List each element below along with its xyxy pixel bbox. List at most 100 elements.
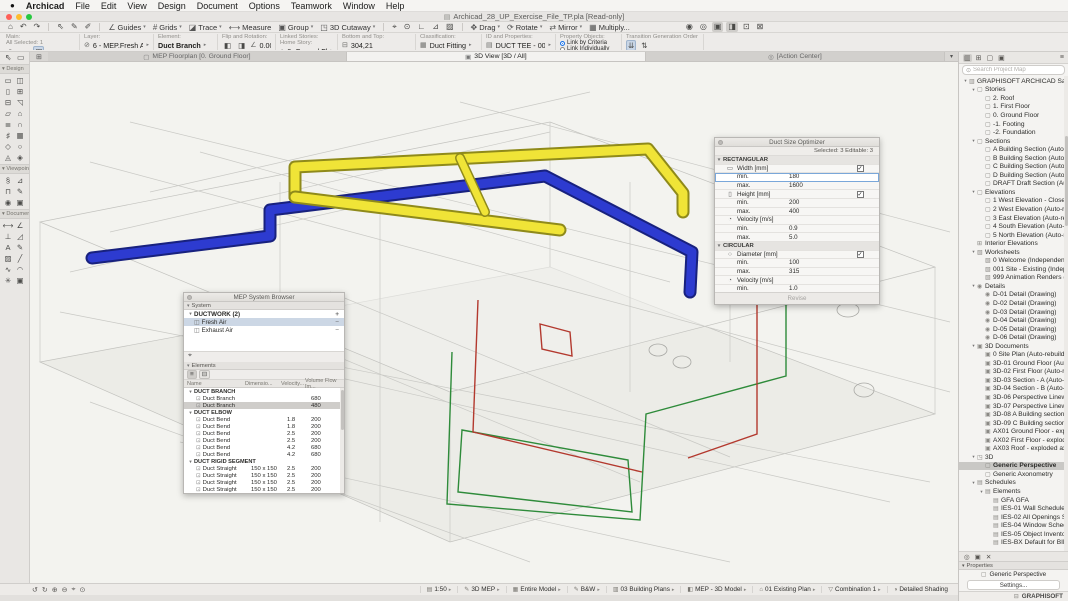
beam-tool[interactable]: ⊟ (2, 97, 14, 108)
fillet-icon[interactable]: ∟ (415, 22, 427, 32)
checkbox-checked-icon[interactable]: ✓ (857, 191, 864, 198)
navigator-item-999-animation-renders-independent[interactable]: ▧999 Animation Renders (Independent) (959, 274, 1068, 283)
optimizer-rectangular-max[interactable]: max.5.0 (715, 233, 879, 242)
optimizer-circular-max[interactable]: max.315 (715, 268, 879, 277)
multiply-button[interactable]: ▦Multiply... (587, 23, 632, 32)
navigator-tab-3[interactable]: ▣ (997, 54, 1006, 62)
element-row[interactable]: ⊡Duct Bend2.5200 (184, 437, 344, 444)
navigator-item-d-06-detail-drawing[interactable]: ◉D-06 Detail (Drawing) (959, 333, 1068, 342)
optimizer-rectangular-min[interactable]: min.0.9 (715, 225, 879, 234)
rotate-button[interactable]: ⟳Rotate▾ (505, 23, 544, 32)
arrow-tool[interactable]: ⇖ (2, 53, 14, 63)
optimizer-circular-min[interactable]: min.1.0 (715, 285, 879, 292)
navigator-item-3d-07-perspective-linework-street-a[interactable]: ▣3D-07 Perspective Linework - street (A (959, 402, 1068, 411)
min-value-field[interactable]: 180 (789, 173, 845, 180)
dimension-tool[interactable]: ⟷ (2, 220, 14, 231)
navigator-item-gfa-gfa[interactable]: ▤GFA GFA (959, 496, 1068, 505)
tab-action-center[interactable]: ◎[Action Center] (646, 52, 945, 61)
grids-button[interactable]: #Grids▾ (151, 23, 184, 32)
navigator-item-3-east-elevation-auto-rebuild-model[interactable]: ▢3 East Elevation (Auto-rebuild Model) (959, 214, 1068, 223)
min-value-field[interactable]: 100 (789, 259, 845, 266)
toolbox-section-design[interactable]: ▾ Design (0, 64, 29, 74)
transition-order-a-icon[interactable]: ⇊ (626, 40, 636, 51)
close-icon[interactable] (187, 295, 192, 300)
navigator-item-interior-elevations[interactable]: ⊞Interior Elevations (959, 239, 1068, 248)
navigator-tab-0[interactable]: ▥ (963, 54, 972, 62)
navigator-item-generic-axonometry[interactable]: ▢Generic Axonometry (959, 470, 1068, 479)
elevation-tool[interactable]: ⊿ (14, 175, 26, 186)
revise-button[interactable]: Revise (788, 295, 807, 302)
optimizer-circular-min[interactable]: min.100 (715, 259, 879, 268)
apple-menu-icon[interactable]: ● (10, 1, 15, 10)
drag-button[interactable]: ✥Drag▾ (469, 23, 502, 32)
remove-system-button[interactable]: − (333, 319, 341, 326)
marquee-visibility-icon[interactable]: ◨ (726, 22, 738, 32)
inject-parameters-icon[interactable]: ✐ (83, 22, 94, 32)
classification-value[interactable]: Duct Fitting (430, 41, 466, 50)
min-value-field[interactable]: 1.0 (789, 285, 845, 292)
navigator-tool-0[interactable]: ◎ (964, 553, 970, 561)
column-tool[interactable]: ▯ (2, 86, 14, 97)
stair-tool[interactable]: ≣ (2, 119, 14, 130)
optimizer-section-circular[interactable]: ▾CIRCULAR (715, 242, 879, 251)
close-window-button[interactable] (6, 14, 12, 20)
column-name[interactable]: Name (187, 381, 245, 387)
status-03-building-plans[interactable]: ▥03 Building Plans▸ (606, 586, 681, 593)
navigator-item-ies-01-wall-schedule[interactable]: ▤IES-01 Wall Schedule (959, 504, 1068, 513)
hide-selection-icon[interactable]: ◎ (698, 22, 709, 32)
mep-view-mode-0[interactable]: ≡ (187, 370, 197, 379)
navigator-tool-1[interactable]: ▣ (975, 553, 981, 561)
statusbar-icon-5[interactable]: ⊙ (79, 586, 85, 594)
mep-system-fresh-air[interactable]: ◫Fresh Air− (184, 318, 344, 326)
mirror-button[interactable]: ⇄Mirror▾ (547, 23, 584, 32)
morph-tool[interactable]: ◈ (14, 152, 26, 163)
element-group[interactable]: ▾DUCT ELBOW (184, 409, 344, 416)
element-row[interactable]: ⊡Duct Bend1.8200 (184, 416, 344, 423)
polyline-tool[interactable]: ∿ (2, 264, 14, 275)
max-value-field[interactable]: 1600 (789, 182, 845, 189)
optimizer-rectangular-velocity-m-s[interactable]: ◔Velocity [m/s] (715, 216, 879, 225)
navigator-item-schedules[interactable]: ▾▤Schedules (959, 479, 1068, 488)
elements-section-header[interactable]: ▾ Elements (184, 362, 344, 370)
navigator-item-3d-04-section-b-auto-rebuild-model[interactable]: ▣3D-04 Section - B (Auto-rebuild Model (959, 385, 1068, 394)
optimizer-rectangular-max[interactable]: max.1600 (715, 182, 879, 191)
railing-tool[interactable]: ♯ (2, 130, 14, 141)
marquee-tool-icon[interactable]: ▭ (19, 46, 30, 51)
toolbox-section-viewpoint[interactable]: ▾ Viewpoint (0, 164, 29, 174)
angle-dimension-tool[interactable]: ∠ (14, 220, 26, 231)
optimizer-rectangular-max[interactable]: max.400 (715, 208, 879, 217)
navigator-item-details[interactable]: ▾◉Details (959, 282, 1068, 291)
object-tool[interactable]: ◇ (2, 141, 14, 152)
id-and-properties-value[interactable]: DUCT TEE - 001 (496, 41, 546, 50)
statusbar-icon-0[interactable]: ↺ (32, 586, 38, 594)
status-b-w[interactable]: ✎B&W▸ (567, 586, 606, 593)
duct-tool-icon[interactable]: ◫ (33, 46, 44, 51)
navigator-item-d-building-section-auto-rebuild-model[interactable]: ▢D Building Section (Auto-rebuild Model (959, 171, 1068, 180)
navigator-item-d-01-detail-drawing[interactable]: ◉D-01 Detail (Drawing) (959, 291, 1068, 300)
menu-teamwork[interactable]: Teamwork (291, 1, 332, 11)
menu-archicad[interactable]: Archicad (26, 1, 65, 11)
tab-3d-view-3d-all[interactable]: ▣3D View [3D / All] (347, 52, 646, 61)
scrollbar[interactable] (1064, 76, 1068, 551)
max-value-field[interactable]: 315 (789, 268, 845, 275)
navigator-item-graphisoft-archicad-sample-project-h[interactable]: ▾▥GRAPHISOFT ARCHICAD Sample Project - H (959, 77, 1068, 86)
minimize-window-button[interactable] (16, 14, 22, 20)
navigator-item-sections[interactable]: ▾▢Sections (959, 137, 1068, 146)
navigator-item-draft-draft-section-auto-rebuild-mo[interactable]: ▢DRAFT Draft Section (Auto-rebuild Mo (959, 180, 1068, 189)
transition-order-b-icon[interactable]: ⇅ (639, 40, 649, 51)
linked-stories-value[interactable]: 0. Ground Floor (287, 47, 327, 51)
roof-tool[interactable]: ⌂ (14, 108, 26, 119)
navigator-item-stories[interactable]: ▾▢Stories (959, 86, 1068, 95)
add-system-button[interactable]: + (333, 311, 341, 318)
navigator-item-c-building-section-auto-rebuild-model[interactable]: ▢C Building Section (Auto-rebuild Model (959, 162, 1068, 171)
toolbox-section-document[interactable]: ▾ Document (0, 209, 29, 219)
optimizer-rectangular-width-mm[interactable]: ▭Width [mm]✓ (715, 165, 879, 174)
element-group[interactable]: ▾DUCT BRANCH (184, 388, 344, 395)
layer-value[interactable]: 6 - MEP.Fresh Air (93, 41, 144, 50)
navigator-item-0-site-plan-auto-rebuild-model[interactable]: ▣0 Site Plan (Auto-rebuild Model) (959, 351, 1068, 360)
fit-in-window-icon[interactable]: ⌖ (390, 22, 399, 32)
element-row[interactable]: ⊡Duct Straight150 x 1502.5200 (184, 465, 344, 472)
home-icon[interactable]: ⌂ (6, 22, 15, 32)
scrollbar[interactable] (340, 388, 344, 493)
element-row[interactable]: ⊡Duct Branch680 (184, 395, 344, 402)
